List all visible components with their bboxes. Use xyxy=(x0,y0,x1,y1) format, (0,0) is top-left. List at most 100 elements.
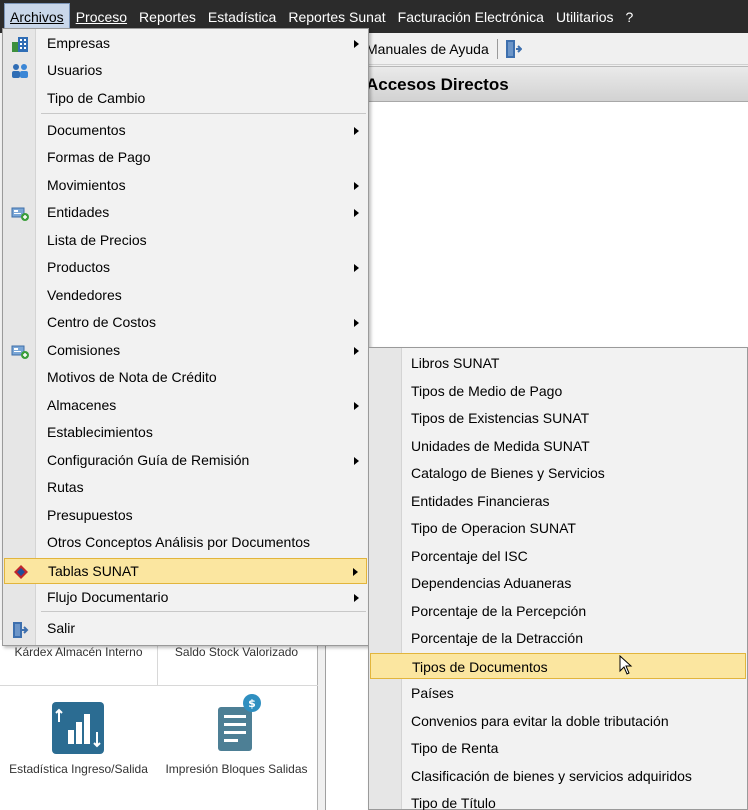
toolbar: Manuales de Ayuda xyxy=(360,33,748,65)
submenu-item-label: Entidades Financieras xyxy=(411,492,550,509)
tile-impresion-bloques[interactable]: Impresión Bloques Salidas xyxy=(158,762,315,776)
tile-saldo-label: Saldo Stock Valorizado xyxy=(174,645,299,659)
menu-utilitarios[interactable]: Utilitarios xyxy=(550,3,620,31)
submenu-item-tipos-de-medio-de-pago[interactable]: Tipos de Medio de Pago xyxy=(370,378,746,404)
submenu-arrow-icon xyxy=(354,594,359,602)
submenu-arrow-icon xyxy=(354,402,359,410)
submenu-item-tipo-de-titulo[interactable]: Tipo de Título xyxy=(370,790,746,810)
manuales-ayuda-button[interactable]: Manuales de Ayuda xyxy=(366,41,489,57)
submenu-item-dependencias-aduaneras[interactable]: Dependencias Aduaneras xyxy=(370,570,746,596)
menu-separator xyxy=(41,113,366,114)
menu-item-label: Comisiones xyxy=(47,342,121,358)
menu-item-configuracion-guia-de-remision[interactable]: Configuración Guía de Remisión xyxy=(4,448,367,474)
submenu-arrow-icon xyxy=(354,182,359,190)
menu-item-tipo-de-cambio[interactable]: Tipo de Cambio xyxy=(4,86,367,112)
submenu-arrow-icon xyxy=(354,319,359,327)
svg-text:$: $ xyxy=(248,697,256,710)
menu-item-label: Documentos xyxy=(47,122,126,138)
tablas-sunat-submenu: Libros SUNAT Tipos de Medio de Pago Tipos … xyxy=(368,347,748,810)
menu-item-label: Almacenes xyxy=(47,397,117,413)
menu-item-entidades[interactable]: Entidades xyxy=(4,200,367,226)
submenu-item-libros-sunat[interactable]: Libros SUNAT xyxy=(370,350,746,376)
tile-saldo-stock[interactable]: Saldo Stock Valorizado xyxy=(158,645,315,659)
submenu-item-label: Unidades de Medida SUNAT xyxy=(411,437,590,454)
menu-proceso-label: Proceso xyxy=(75,8,128,25)
submenu-item-tipos-de-existencias-sunat[interactable]: Tipos de Existencias SUNAT xyxy=(370,405,746,431)
submenu-item-label: Países xyxy=(411,685,454,701)
submenu-item-label: Libros SUNAT xyxy=(411,355,500,371)
submenu-item-label: Catalogo de Bienes y Servicios xyxy=(411,465,605,481)
menu-reportes-sunat[interactable]: Reportes Sunat xyxy=(282,3,391,31)
submenu-item-porcentaje-de-la-detraccion[interactable]: Porcentaje de la Detracción xyxy=(370,625,746,651)
submenu-item-label: Dependencias Aduaneras xyxy=(411,575,572,591)
accesos-directos-title: Accesos Directos xyxy=(366,75,509,94)
menu-archivos[interactable]: Archivos xyxy=(4,2,70,31)
submenu-item-catalogo-de-bienes-y-servicios[interactable]: Catalogo de Bienes y Servicios xyxy=(370,460,746,486)
sunat-icon xyxy=(12,564,30,580)
submenu-item-tipo-de-operacion-sunat[interactable]: Tipo de Operacion SUNAT xyxy=(370,515,746,541)
menu-item-label: Formas de Pago xyxy=(47,149,151,165)
menu-item-productos[interactable]: Productos xyxy=(4,255,367,281)
submenu-item-label: Tipos de Documentos xyxy=(412,658,548,675)
menu-reportes[interactable]: Reportes xyxy=(133,3,202,31)
menu-item-comisiones[interactable]: Comisiones xyxy=(4,338,367,364)
left-tiles-panel xyxy=(0,640,318,810)
menu-estadistica[interactable]: Estadística xyxy=(202,3,282,31)
submenu-item-tipos-de-documentos[interactable]: Tipos de Documentos xyxy=(370,652,746,679)
menu-item-presupuestos[interactable]: Presupuestos xyxy=(4,503,367,529)
entity-icon xyxy=(11,205,29,221)
menu-archivos-label: Archivos xyxy=(10,8,64,25)
submenu-item-clasificacion-de-bienes-y-servicios-adquiridos[interactable]: Clasificación de bienes y servicios adqu… xyxy=(370,763,746,789)
menu-item-motivos-de-nota-de-credito[interactable]: Motivos de Nota de Crédito xyxy=(4,365,367,391)
archivos-dropdown: Empresas Usuarios Tipo de Cambio Documentos… xyxy=(2,28,369,646)
menu-facturacion-electronica[interactable]: Facturación Electrónica xyxy=(392,3,550,31)
submenu-item-label: Tipo de Operacion SUNAT xyxy=(411,520,576,536)
submenu-item-porcentaje-de-la-percepcion[interactable]: Porcentaje de la Percepción xyxy=(370,598,746,624)
menu-item-usuarios[interactable]: Usuarios xyxy=(4,58,367,84)
submenu-item-label: Tipo de Título xyxy=(411,795,496,810)
submenu-arrow-icon xyxy=(354,40,359,48)
submenu-arrow-icon xyxy=(354,127,359,135)
menu-facturacion-label: Facturación Electrónica xyxy=(397,8,544,25)
menu-item-almacenes[interactable]: Almacenes xyxy=(4,393,367,419)
menu-help[interactable]: ? xyxy=(620,3,640,31)
menu-item-otros-conceptos-analisis-por-documentos[interactable]: Otros Conceptos Análisis por Documentos xyxy=(4,530,367,556)
submenu-item-entidades-financieras[interactable]: Entidades Financieras xyxy=(370,488,746,514)
exit-door-icon[interactable] xyxy=(504,39,522,59)
submenu-item-tipo-de-renta[interactable]: Tipo de Renta xyxy=(370,735,746,761)
exit-door-icon xyxy=(11,621,29,638)
menu-item-formas-de-pago[interactable]: Formas de Pago xyxy=(4,145,367,171)
tile-kardex-label: Kárdex Almacén Interno xyxy=(14,645,143,659)
submenu-item-label: Porcentaje de la Detracción xyxy=(411,630,583,646)
submenu-item-unidades-de-medida-sunat[interactable]: Unidades de Medida SUNAT xyxy=(370,433,746,459)
menu-proceso[interactable]: Proceso xyxy=(70,3,133,31)
menu-item-movimientos[interactable]: Movimientos xyxy=(4,173,367,199)
building-icon xyxy=(11,36,29,52)
menu-item-documentos[interactable]: Documentos xyxy=(4,118,367,144)
tile-estadistica[interactable]: Estadística Ingreso/Salida xyxy=(0,762,157,776)
menu-item-lista-de-precios[interactable]: Lista de Precios xyxy=(4,228,367,254)
bar-chart-icon xyxy=(52,702,104,754)
menu-item-tablas-sunat[interactable]: Tablas SUNAT xyxy=(4,558,367,584)
submenu-item-porcentaje-del-isc[interactable]: Porcentaje del ISC xyxy=(370,543,746,569)
submenu-arrow-icon xyxy=(354,209,359,217)
tile-impresion-label: Impresión Bloques Salidas xyxy=(165,762,308,776)
menu-item-label: Vendedores xyxy=(47,287,122,303)
menu-item-salir[interactable]: Salir xyxy=(4,616,367,642)
submenu-item-label: Clasificación de bienes y servicios adqu… xyxy=(411,767,692,784)
submenu-item-paises[interactable]: Países xyxy=(370,680,746,706)
menu-item-empresas[interactable]: Empresas xyxy=(4,31,367,57)
submenu-item-convenios-para-evitar-la-doble-tributacion[interactable]: Convenios para evitar la doble tributaci… xyxy=(370,708,746,734)
menu-item-rutas[interactable]: Rutas xyxy=(4,475,367,501)
entity-icon xyxy=(11,343,29,359)
tile-kardex-almacen[interactable]: Kárdex Almacén Interno xyxy=(0,645,157,659)
menu-item-flujo-documentario[interactable]: Flujo Documentario xyxy=(4,585,367,611)
menu-item-vendedores[interactable]: Vendedores xyxy=(4,283,367,309)
menu-reportes-label: Reportes xyxy=(139,8,196,25)
menu-item-label: Entidades xyxy=(47,204,110,220)
menu-item-label: Salir xyxy=(47,620,76,636)
menu-item-centro-de-costos[interactable]: Centro de Costos xyxy=(4,310,367,336)
menu-item-label: Centro de Costos xyxy=(47,314,156,330)
menu-item-label: Tablas SUNAT xyxy=(48,563,139,579)
menu-item-establecimientos[interactable]: Establecimientos xyxy=(4,420,367,446)
